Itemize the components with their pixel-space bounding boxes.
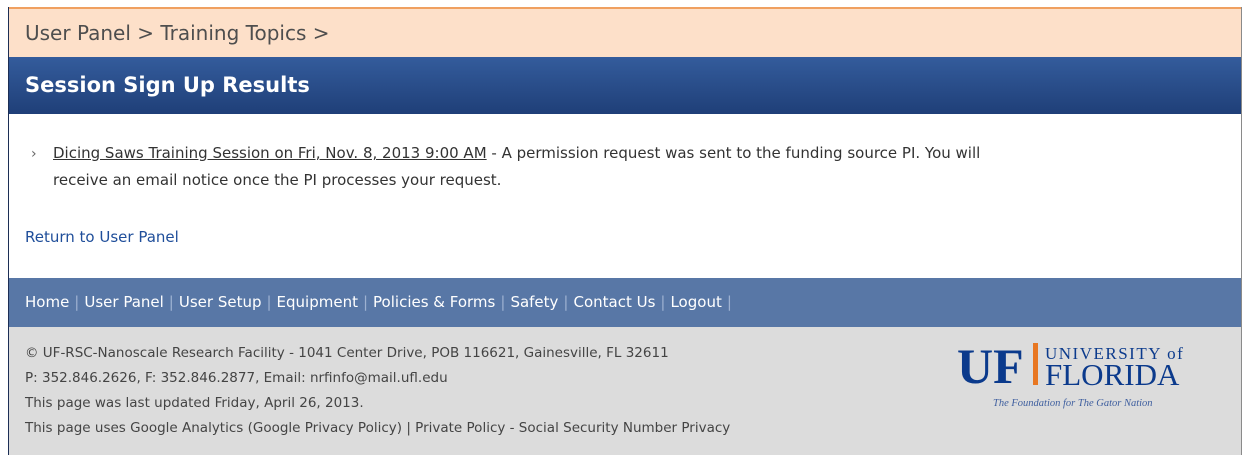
nav-logout[interactable]: Logout bbox=[670, 293, 721, 311]
nav-separator: | bbox=[168, 293, 174, 311]
nav-separator: | bbox=[660, 293, 666, 311]
nav-separator: | bbox=[74, 293, 80, 311]
page-title: Session Sign Up Results bbox=[25, 73, 310, 97]
breadcrumb: User Panel > Training Topics > bbox=[9, 7, 1241, 57]
logo-uf: UF bbox=[957, 338, 1024, 394]
chevron-right-icon: › bbox=[31, 146, 37, 162]
nav-safety[interactable]: Safety bbox=[510, 293, 558, 311]
result-message-line2: receive an email notice once the PI proc… bbox=[53, 171, 502, 189]
page-frame: User Panel > Training Topics > Session S… bbox=[8, 7, 1242, 455]
nav-policies-forms[interactable]: Policies & Forms bbox=[373, 293, 495, 311]
nav-separator: | bbox=[266, 293, 272, 311]
return-to-user-panel-link[interactable]: Return to User Panel bbox=[25, 228, 179, 246]
result-item: › Dicing Saws Training Session on Fri, No… bbox=[31, 140, 1216, 193]
breadcrumb-text[interactable]: User Panel > Training Topics > bbox=[25, 21, 329, 45]
footer: © UF-RSC-Nanoscale Research Facility - 1… bbox=[9, 327, 1241, 455]
session-link[interactable]: Dicing Saws Training Session on Fri, Nov… bbox=[53, 144, 487, 162]
nav-user-setup[interactable]: User Setup bbox=[179, 293, 262, 311]
nav-separator: | bbox=[726, 293, 732, 311]
uf-logo[interactable]: UF UNIVERSITY of FLORIDA The Foundation … bbox=[953, 335, 1223, 415]
footer-address: © UF-RSC-Nanoscale Research Facility - 1… bbox=[25, 345, 669, 361]
footer-contact: P: 352.846.2626, F: 352.846.2877, Email:… bbox=[25, 370, 448, 386]
footer-privacy[interactable]: This page uses Google Analytics (Google … bbox=[25, 416, 730, 441]
logo-divider bbox=[1033, 343, 1038, 385]
nav-separator: | bbox=[563, 293, 569, 311]
footer-updated: This page was last updated Friday, April… bbox=[25, 395, 364, 411]
nav-separator: | bbox=[500, 293, 506, 311]
nav-home[interactable]: Home bbox=[25, 293, 69, 311]
nav-separator: | bbox=[362, 293, 369, 311]
footer-nav: Home | User Panel | User Setup | Equipment | Pol… bbox=[9, 278, 1241, 327]
logo-florida: FLORIDA bbox=[1045, 357, 1180, 392]
footer-text: © UF-RSC-Nanoscale Research Facility - 1… bbox=[25, 341, 730, 441]
nav-equipment[interactable]: Equipment bbox=[277, 293, 358, 311]
logo-tagline: The Foundation for The Gator Nation bbox=[993, 398, 1153, 409]
content-area: › Dicing Saws Training Session on Fri, No… bbox=[9, 114, 1241, 278]
result-message-line1: - A permission request was sent to the f… bbox=[486, 144, 981, 162]
title-bar: Session Sign Up Results bbox=[9, 57, 1241, 114]
nav-contact-us[interactable]: Contact Us bbox=[573, 293, 655, 311]
nav-user-panel[interactable]: User Panel bbox=[84, 293, 163, 311]
